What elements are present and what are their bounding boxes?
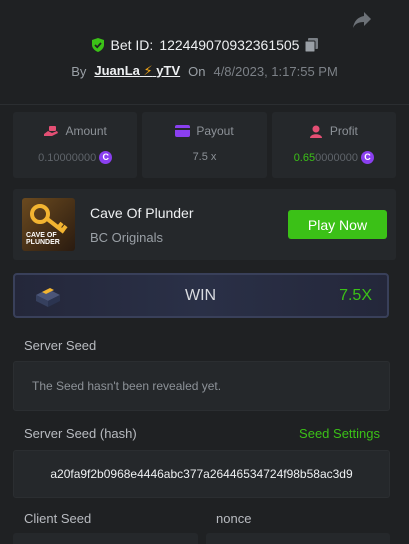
by-label: By bbox=[71, 63, 87, 79]
coin-icon: C bbox=[99, 151, 113, 164]
bet-id-label: Bet ID: bbox=[110, 37, 154, 53]
server-seed-hash-label: Server Seed (hash) bbox=[24, 426, 137, 441]
server-seed-label: Server Seed bbox=[24, 338, 97, 353]
client-seed-label: Client Seed bbox=[24, 511, 92, 526]
bet-datetime: 4/8/2023, 1:17:55 PM bbox=[213, 63, 338, 79]
result-multiplier: 7.5X bbox=[339, 287, 372, 304]
shield-check-icon bbox=[91, 38, 104, 52]
username-link[interactable]: JuanLa ⚡ yTV bbox=[94, 63, 180, 79]
stats-row: Amount 0.10000000 C Payout 7.5 x Profit … bbox=[13, 112, 396, 178]
stat-amount: Amount 0.10000000 C bbox=[13, 112, 138, 178]
stat-profit: Profit 0.650000000 C bbox=[271, 112, 396, 178]
coin-icon: C bbox=[360, 151, 374, 164]
bet-header: Bet ID: 122449070932361505 By JuanLa ⚡ y… bbox=[0, 37, 409, 79]
money-hand-icon bbox=[44, 126, 59, 136]
stat-payout-label: Payout bbox=[196, 124, 234, 138]
username-suffix: yTV bbox=[156, 63, 181, 78]
game-card: CAVE OF PLUNDER Cave Of Plunder BC Origi… bbox=[13, 189, 396, 260]
game-title: Cave Of Plunder bbox=[90, 205, 194, 221]
username-part: JuanLa bbox=[94, 63, 140, 78]
game-provider: BC Originals bbox=[90, 230, 163, 245]
stat-profit-value-dim: 0000000 bbox=[315, 151, 358, 164]
server-seed-field: The Seed hasn't been revealed yet. bbox=[13, 361, 390, 411]
server-seed-hash-value: a20fa9f2b0968e4446abc377a26446534724f98b… bbox=[50, 467, 353, 481]
game-thumbnail[interactable]: CAVE OF PLUNDER bbox=[22, 198, 75, 251]
nonce-field[interactable] bbox=[206, 533, 390, 544]
card-icon bbox=[175, 125, 191, 137]
stat-amount-value-dim: 0000000 bbox=[53, 151, 97, 164]
client-seed-field[interactable] bbox=[13, 533, 198, 544]
stat-payout: Payout 7.5 x bbox=[142, 112, 267, 178]
copy-icon[interactable] bbox=[305, 38, 319, 52]
play-now-button[interactable]: Play Now bbox=[288, 210, 387, 239]
result-banner: WIN 7.5X bbox=[13, 273, 389, 318]
bet-id-value: 122449070932361505 bbox=[159, 37, 300, 53]
server-seed-hash-field[interactable]: a20fa9f2b0968e4446abc377a26446534724f98b… bbox=[13, 450, 390, 498]
stat-payout-value: 7.5 x bbox=[192, 151, 217, 163]
thumbnail-text: CAVE OF PLUNDER bbox=[26, 232, 60, 246]
stat-amount-label: Amount bbox=[65, 124, 107, 138]
treasure-chest-icon bbox=[36, 288, 60, 307]
stat-amount-value: 0.1 bbox=[38, 151, 54, 164]
on-label: On bbox=[188, 63, 206, 79]
share-icon[interactable] bbox=[352, 11, 372, 29]
divider bbox=[0, 104, 409, 105]
nonce-label: nonce bbox=[216, 511, 252, 526]
result-label: WIN bbox=[185, 287, 217, 304]
server-seed-placeholder: The Seed hasn't been revealed yet. bbox=[32, 379, 222, 393]
seed-settings-link[interactable]: Seed Settings bbox=[299, 426, 380, 441]
stat-profit-value: 0.65 bbox=[293, 151, 316, 164]
user-profit-icon bbox=[309, 125, 322, 138]
lightning-icon: ⚡ bbox=[143, 63, 153, 78]
stat-profit-label: Profit bbox=[329, 124, 358, 138]
